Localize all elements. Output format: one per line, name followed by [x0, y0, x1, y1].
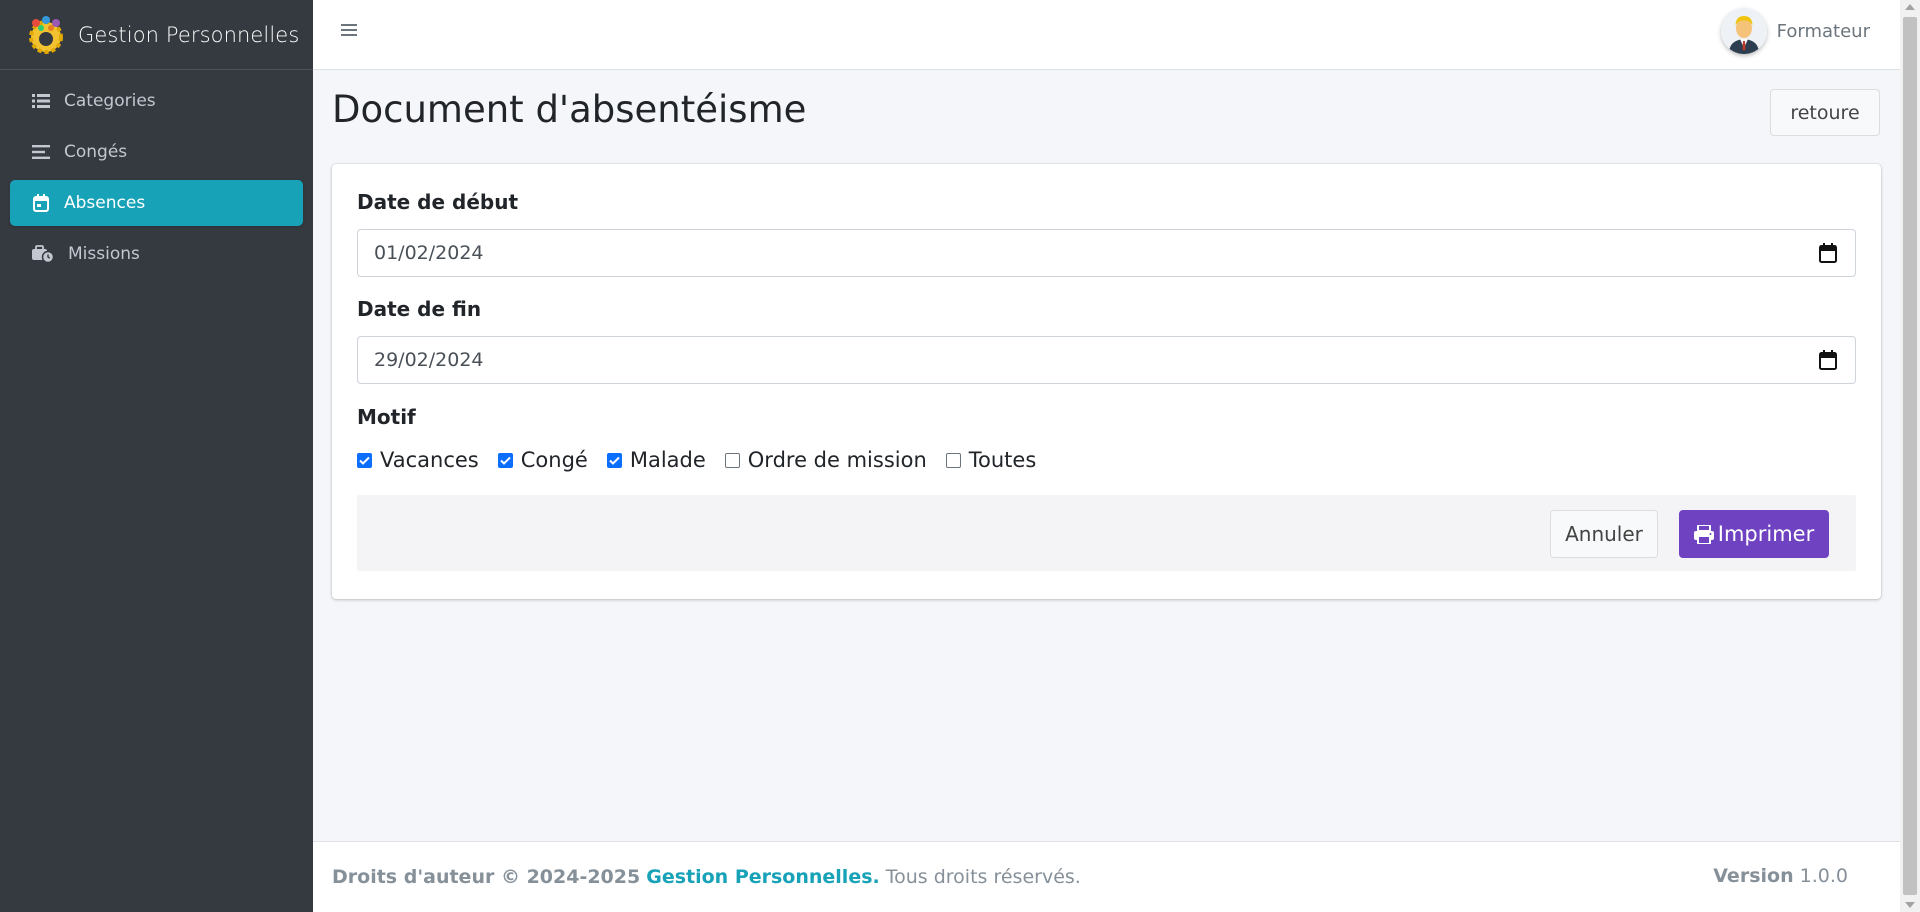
- checkbox-label: Toutes: [968, 448, 1037, 472]
- checkbox-unchecked-icon[interactable]: [945, 452, 961, 468]
- checkbox-checked-icon[interactable]: [357, 452, 372, 468]
- end-date-input[interactable]: 29/02/2024: [357, 336, 1856, 384]
- list-icon: [30, 90, 52, 112]
- sidebar-item-conges[interactable]: Congés: [10, 129, 303, 175]
- user-menu[interactable]: Formateur: [1720, 8, 1870, 54]
- vertical-scrollbar[interactable]: [1900, 0, 1920, 912]
- motif-vacances-checkbox[interactable]: Vacances: [357, 448, 479, 472]
- scrollbar-thumb[interactable]: [1903, 17, 1917, 895]
- back-button[interactable]: retoure: [1770, 89, 1880, 136]
- brand-name: Gestion Personnelles: [78, 22, 300, 47]
- motif-malade-checkbox[interactable]: Malade: [606, 448, 706, 472]
- calendar-picker-icon[interactable]: [1819, 243, 1839, 265]
- sidebar-nav: Categories Congés Absences Missions: [0, 70, 313, 290]
- menu-toggle-icon[interactable]: [341, 22, 365, 42]
- motif-conge-checkbox[interactable]: Congé: [497, 448, 588, 472]
- version-info: Version 1.0.0: [1713, 865, 1848, 887]
- cancel-button[interactable]: Annuler: [1550, 510, 1658, 558]
- brand-logo-icon: [24, 13, 68, 57]
- end-date-value: 29/02/2024: [374, 349, 484, 371]
- form-actions: Annuler Imprimer: [357, 495, 1856, 571]
- start-date-input[interactable]: 01/02/2024: [357, 229, 1856, 277]
- checkbox-checked-icon[interactable]: [606, 452, 622, 468]
- checkbox-label: Vacances: [380, 448, 479, 472]
- printer-icon: [1693, 524, 1714, 544]
- avatar: [1720, 8, 1767, 54]
- calendar-icon: [30, 192, 52, 214]
- version-label: Version: [1713, 865, 1794, 887]
- calendar-picker-icon[interactable]: [1819, 350, 1839, 372]
- user-name: Formateur: [1776, 20, 1870, 42]
- top-navbar: Formateur: [313, 0, 1900, 70]
- start-date-label: Date de début: [357, 190, 519, 214]
- scroll-up-icon[interactable]: [1905, 4, 1915, 10]
- sidebar-item-label: Categories: [64, 91, 156, 111]
- rights-text: Tous droits réservés.: [885, 866, 1081, 888]
- sidebar-item-absences[interactable]: Absences: [10, 180, 303, 226]
- checkbox-unchecked-icon[interactable]: [724, 452, 740, 468]
- page-footer: Droits d'auteur © 2024-2025 Gestion Pers…: [313, 841, 1900, 912]
- copyright-text: Droits d'auteur © 2024-2025: [332, 866, 641, 888]
- sidebar-item-categories[interactable]: Categories: [10, 78, 303, 124]
- sidebar-item-label: Congés: [64, 142, 128, 162]
- checkbox-label: Ordre de mission: [747, 448, 927, 472]
- page-title: Document d'absentéisme: [332, 88, 807, 131]
- motif-ordre-mission-checkbox[interactable]: Ordre de mission: [724, 448, 927, 472]
- version-value: 1.0.0: [1799, 865, 1848, 887]
- absence-form-card: Date de début 01/02/2024 Date de fin 29/…: [332, 164, 1881, 599]
- start-date-value: 01/02/2024: [374, 242, 484, 264]
- motif-label: Motif: [357, 405, 416, 429]
- scroll-down-icon[interactable]: [1905, 902, 1915, 908]
- print-button-label: Imprimer: [1717, 522, 1815, 546]
- checkbox-checked-icon[interactable]: [497, 452, 513, 468]
- checkbox-label: Congé: [520, 448, 588, 472]
- checkbox-label: Malade: [629, 448, 706, 472]
- suitcase-clock-icon: [32, 243, 54, 265]
- footer-brand-link[interactable]: Gestion Personnelles.: [646, 866, 880, 888]
- brand[interactable]: Gestion Personnelles: [0, 0, 313, 70]
- motif-checkbox-group: Vacances Congé Malade Ordre de mission T…: [357, 448, 1055, 472]
- sidebar-item-missions[interactable]: Missions: [10, 231, 303, 277]
- bars-icon: [30, 141, 52, 163]
- sidebar-item-label: Absences: [64, 193, 146, 213]
- sidebar-item-label: Missions: [68, 244, 140, 264]
- print-button[interactable]: Imprimer: [1679, 510, 1829, 558]
- sidebar: Gestion Personnelles Categories Congés A…: [0, 0, 313, 912]
- motif-toutes-checkbox[interactable]: Toutes: [945, 448, 1037, 472]
- end-date-label: Date de fin: [357, 297, 482, 321]
